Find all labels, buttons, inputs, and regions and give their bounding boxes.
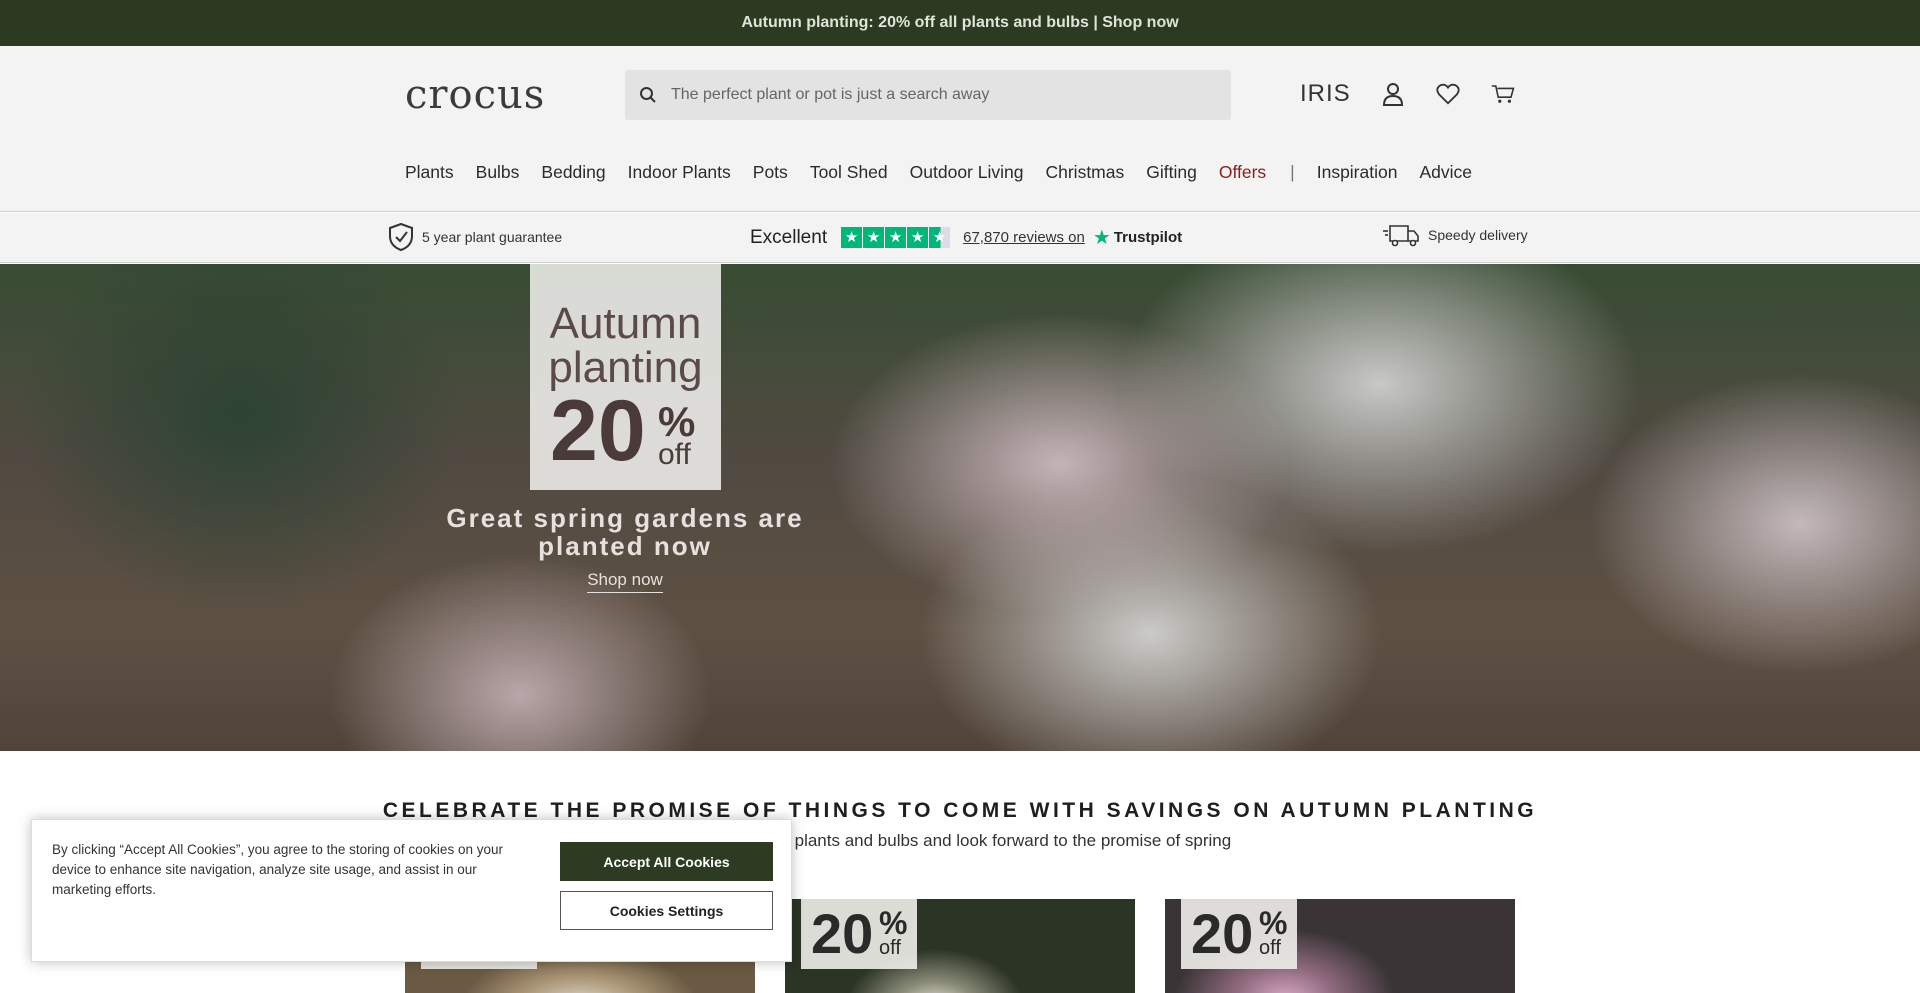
nav-item-indoor-plants[interactable]: Indoor Plants <box>628 162 731 183</box>
heart-icon[interactable] <box>1436 82 1460 106</box>
cookie-banner: By clicking “Accept All Cookies”, you ag… <box>31 819 792 962</box>
nav-item-advice[interactable]: Advice <box>1419 162 1472 183</box>
trustpilot-logo[interactable]: ★ Trustpilot <box>1093 225 1182 250</box>
hero-image-overlay <box>0 264 1920 751</box>
hero-banner[interactable]: Autumn planting 20 % off Great spring ga… <box>0 264 1920 751</box>
guarantee-badge[interactable]: 5 year plant guarantee <box>388 222 562 252</box>
trust-bar: 5 year plant guarantee Excellent ★ ★ ★ ★… <box>0 213 1920 263</box>
nav-item-offers[interactable]: Offers <box>1219 162 1266 183</box>
card-offer-badge: 20 % off <box>1181 899 1297 969</box>
badge-number: 20 <box>550 383 646 479</box>
nav-item-christmas[interactable]: Christmas <box>1045 162 1124 183</box>
guarantee-text: 5 year plant guarantee <box>422 229 563 245</box>
rating-word: Excellent <box>750 226 828 248</box>
star-icon: ★ <box>907 227 929 248</box>
card-badge-number: 20 <box>1191 902 1254 965</box>
search-icon <box>640 87 656 103</box>
star-icon: ★ <box>885 227 907 248</box>
crocus-logo[interactable]: crocus <box>405 72 545 118</box>
nav-item-outdoor-living[interactable]: Outdoor Living <box>910 162 1024 183</box>
hero-shop-now-link[interactable]: Shop now <box>587 570 663 593</box>
site-header: crocus IRIS Plants Bulbs Bedding Indoor … <box>0 46 1920 212</box>
trustpilot-widget[interactable]: Excellent ★ ★ ★ ★ ★ 67,870 reviews on ★ … <box>750 225 1182 250</box>
nav-item-pots[interactable]: Pots <box>753 162 788 183</box>
account-icon[interactable] <box>1381 82 1405 106</box>
star-icon: ★ <box>841 227 863 248</box>
nav-item-bulbs[interactable]: Bulbs <box>476 162 520 183</box>
promo-banner[interactable]: Autumn planting: 20% off all plants and … <box>0 0 1920 46</box>
hero-headline: Great spring gardens are planted now <box>446 503 804 561</box>
cookie-settings-button[interactable]: Cookies Settings <box>560 891 773 930</box>
product-card[interactable]: 20 % off <box>785 899 1135 993</box>
trustpilot-label: Trustpilot <box>1113 229 1183 246</box>
card-offer-badge: 20 % off <box>801 899 917 969</box>
star-icon: ★ <box>863 227 885 248</box>
iris-link[interactable]: IRIS <box>1300 80 1351 108</box>
nav-item-gifting[interactable]: Gifting <box>1146 162 1197 183</box>
delivery-truck-icon <box>1383 225 1419 247</box>
card-badge-off: off <box>879 937 901 959</box>
main-nav: Plants Bulbs Bedding Indoor Plants Pots … <box>405 162 1494 183</box>
shield-check-icon <box>389 222 413 252</box>
cart-icon[interactable] <box>1491 82 1515 106</box>
delivery-text: Speedy delivery <box>1428 227 1528 243</box>
nav-item-bedding[interactable]: Bedding <box>541 162 605 183</box>
nav-item-plants[interactable]: Plants <box>405 162 454 183</box>
offer-badge: Autumn planting 20 % off <box>530 264 721 490</box>
promo-text[interactable]: Autumn planting: 20% off all plants and … <box>741 14 1178 32</box>
badge-line1: Autumn <box>549 299 702 348</box>
search-box[interactable] <box>625 70 1231 120</box>
badge-off: off <box>658 438 691 471</box>
card-badge-number: 20 <box>811 902 874 965</box>
accept-cookies-button[interactable]: Accept All Cookies <box>560 842 773 881</box>
reviews-link[interactable]: 67,870 reviews on <box>963 229 1085 246</box>
cookie-text: By clicking “Accept All Cookies”, you ag… <box>52 842 503 897</box>
card-badge-off: off <box>1259 937 1281 959</box>
search-input[interactable] <box>671 86 1191 104</box>
delivery-badge[interactable]: Speedy delivery <box>1382 222 1528 248</box>
nav-item-tool-shed[interactable]: Tool Shed <box>810 162 888 183</box>
nav-item-inspiration[interactable]: Inspiration <box>1317 162 1398 183</box>
half-star-icon: ★ <box>929 227 951 248</box>
trustpilot-star-icon: ★ <box>1092 227 1111 249</box>
nav-separator: | <box>1290 162 1295 182</box>
rating-stars: ★ ★ ★ ★ ★ <box>841 227 951 248</box>
product-card[interactable]: 20 % off <box>1165 899 1515 993</box>
